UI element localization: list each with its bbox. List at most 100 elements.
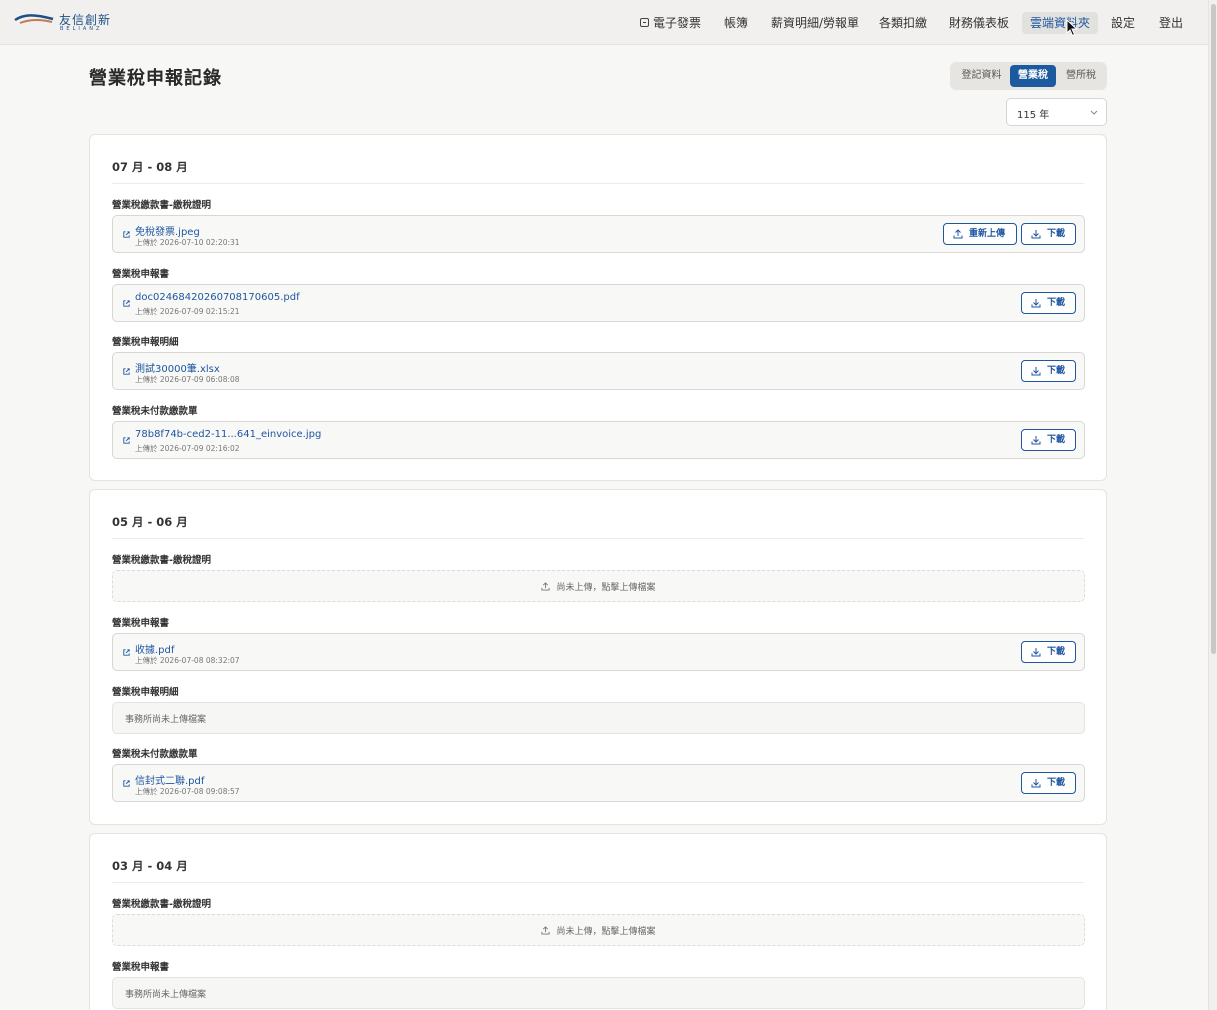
section-label: 營業稅申報明細	[112, 337, 179, 348]
download-icon	[1031, 436, 1041, 445]
file-name-link[interactable]: 測試30000筆.xlsx	[135, 360, 220, 375]
download-button-label: 下載	[1047, 298, 1066, 308]
period-card: 07 月 - 08 月 營業稅繳款書-繳稅證明 免稅發票.jpeg 上傳於 20…	[89, 134, 1107, 481]
upload-prompt: 尚未上傳，點擊上傳檔案	[556, 583, 656, 593]
file-name-link[interactable]: 信封式二聯.pdf	[135, 772, 204, 787]
nav-item-cloud-folder[interactable]: 雲端資料夾	[1022, 12, 1099, 34]
upload-timestamp: 上傳於 2026-07-09 02:15:21	[135, 307, 240, 316]
section-label: 營業稅申報明細	[112, 687, 179, 698]
period-card: 05 月 - 06 月 營業稅繳款書-繳稅證明 尚未上傳，點擊上傳檔案 營業稅申…	[89, 489, 1107, 825]
period-title: 03 月 - 04 月	[112, 859, 188, 873]
file-row: 測試30000筆.xlsx 上傳於 2026-07-09 06:08:08 下載	[112, 352, 1085, 390]
nav-item-payroll[interactable]: 薪資明細/勞報單	[763, 12, 867, 34]
section-label: 營業稅繳款書-繳稅證明	[112, 899, 211, 910]
nav-item-einvoice[interactable]: 電子發票	[632, 12, 709, 34]
external-link-icon[interactable]	[122, 230, 131, 239]
upload-icon	[541, 926, 551, 935]
nav-item-ledger[interactable]: 帳簿	[716, 12, 756, 34]
upload-dropzone[interactable]: 尚未上傳，點擊上傳檔案	[112, 570, 1085, 602]
download-button[interactable]: 下載	[1021, 360, 1076, 382]
invoice-icon	[640, 18, 649, 27]
mouse-cursor-icon	[1066, 19, 1078, 37]
upload-timestamp: 上傳於 2026-07-08 08:32:07	[135, 656, 240, 665]
download-button-label: 下載	[1047, 435, 1066, 445]
upload-timestamp: 上傳於 2026-07-10 02:20:31	[135, 238, 240, 247]
divider	[112, 538, 1084, 539]
reupload-button-label: 重新上傳	[969, 229, 1006, 239]
top-navbar: 友信創新 BELIANZ 電子發票 帳簿 薪資明細/勞報單 各類扣繳 財務儀表板…	[0, 0, 1208, 45]
file-row: 78b8f74b-ced2-11...641_einvoice.jpg 上傳於 …	[112, 421, 1085, 459]
not-uploaded-notice: 事務所尚未上傳檔案	[112, 702, 1085, 734]
page-scrollbar[interactable]	[1208, 0, 1217, 1010]
section-label: 營業稅申報書	[112, 962, 170, 973]
upload-icon	[541, 582, 551, 591]
download-button-label: 下載	[1047, 647, 1066, 657]
external-link-icon[interactable]	[122, 779, 131, 788]
period-card: 03 月 - 04 月 營業稅繳款書-繳稅證明 尚未上傳，點擊上傳檔案 營業稅申…	[89, 833, 1107, 1010]
external-link-icon[interactable]	[122, 299, 131, 308]
upload-timestamp: 上傳於 2026-07-08 09:08:57	[135, 787, 240, 796]
upload-timestamp: 上傳於 2026-07-09 06:08:08	[135, 375, 240, 384]
file-row: 免稅發票.jpeg 上傳於 2026-07-10 02:20:31 重新上傳 下…	[112, 215, 1085, 253]
nav-item-withholding[interactable]: 各類扣繳	[871, 12, 935, 34]
download-button-label: 下載	[1047, 229, 1066, 239]
file-name-link[interactable]: doc02468420260708170605.pdf	[135, 292, 300, 303]
reupload-button[interactable]: 重新上傳	[943, 223, 1017, 245]
external-link-icon[interactable]	[122, 436, 131, 445]
tab-registration[interactable]: 登記資料	[954, 65, 1009, 87]
download-button-label: 下載	[1047, 366, 1066, 376]
download-button[interactable]: 下載	[1021, 292, 1076, 314]
page-title: 營業稅申報記錄	[89, 68, 222, 89]
not-uploaded-notice: 事務所尚未上傳檔案	[112, 977, 1085, 1009]
nav-label: 財務儀表板	[949, 16, 1010, 30]
period-title: 07 月 - 08 月	[112, 160, 188, 174]
nav-label: 雲端資料夾	[1030, 16, 1091, 30]
file-name-link[interactable]: 免稅發票.jpeg	[135, 223, 200, 238]
not-uploaded-text: 事務所尚未上傳檔案	[125, 715, 207, 725]
nav-item-settings[interactable]: 設定	[1103, 12, 1143, 34]
nav-label: 各類扣繳	[879, 16, 928, 30]
external-link-icon[interactable]	[122, 367, 131, 376]
file-row: doc02468420260708170605.pdf 上傳於 2026-07-…	[112, 284, 1085, 322]
section-label: 營業稅申報書	[112, 618, 170, 629]
download-icon	[1031, 648, 1041, 657]
nav-label: 登出	[1159, 16, 1184, 30]
scrollbar-thumb[interactable]	[1211, 4, 1216, 654]
nav-label: 帳簿	[724, 16, 749, 30]
divider	[112, 882, 1084, 883]
download-icon	[1031, 299, 1041, 308]
nav-label: 設定	[1111, 16, 1136, 30]
download-button[interactable]: 下載	[1021, 772, 1076, 794]
nav-item-logout[interactable]: 登出	[1151, 12, 1191, 34]
download-button[interactable]: 下載	[1021, 223, 1076, 245]
logo-wave-icon	[14, 14, 54, 24]
brand-sub: BELIANZ	[60, 26, 103, 32]
download-button-label: 下載	[1047, 778, 1066, 788]
section-label: 營業稅繳款書-繳稅證明	[112, 200, 211, 211]
download-button[interactable]: 下載	[1021, 429, 1076, 451]
file-name-link[interactable]: 收據.pdf	[135, 641, 174, 656]
tax-type-tabs: 登記資料 營業稅 營所稅	[950, 62, 1107, 90]
brand-logo[interactable]: 友信創新 BELIANZ	[14, 10, 114, 34]
chevron-down-icon	[1090, 110, 1098, 115]
tab-business-tax[interactable]: 營業稅	[1010, 65, 1056, 87]
download-button[interactable]: 下載	[1021, 641, 1076, 663]
year-select[interactable]: 115 年	[1006, 98, 1107, 126]
section-label: 營業稅申報書	[112, 269, 170, 280]
upload-dropzone[interactable]: 尚未上傳，點擊上傳檔案	[112, 914, 1085, 946]
period-title: 05 月 - 06 月	[112, 515, 188, 529]
nav-item-dashboard[interactable]: 財務儀表板	[941, 12, 1017, 34]
external-link-icon[interactable]	[122, 648, 131, 657]
section-label: 營業稅繳款書-繳稅證明	[112, 555, 211, 566]
download-icon	[1031, 230, 1041, 239]
divider	[112, 183, 1084, 184]
not-uploaded-text: 事務所尚未上傳檔案	[125, 990, 207, 1000]
file-name-link[interactable]: 78b8f74b-ced2-11...641_einvoice.jpg	[135, 429, 321, 440]
download-icon	[1031, 779, 1041, 788]
section-label: 營業稅未付款繳款單	[112, 749, 198, 760]
tab-income-tax[interactable]: 營所稅	[1058, 65, 1104, 87]
section-label: 營業稅未付款繳款單	[112, 406, 198, 417]
download-icon	[1031, 367, 1041, 376]
nav-label: 薪資明細/勞報單	[771, 16, 860, 30]
file-row: 收據.pdf 上傳於 2026-07-08 08:32:07 下載	[112, 633, 1085, 671]
